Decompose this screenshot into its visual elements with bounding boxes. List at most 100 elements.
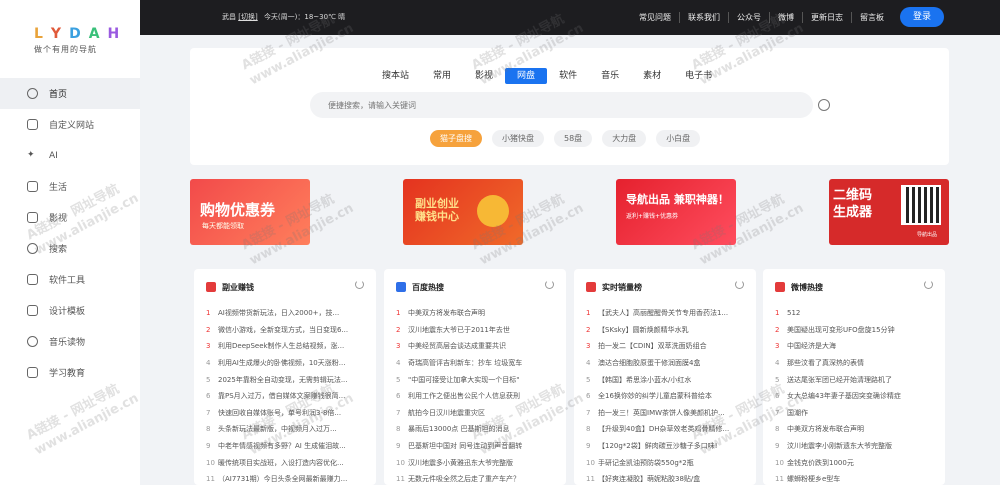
top-links: 常见问题 联系我们 公众号 微博 更新日志 留言板 — [631, 12, 892, 23]
list-item[interactable]: 7 航拍今日汉川地震重灾区 — [396, 405, 558, 422]
tab-netdisk[interactable]: 网盘 — [505, 68, 548, 84]
tab-video[interactable]: 影视 — [463, 68, 505, 84]
list-item[interactable]: 3 拍一发二【CDIN】双萃洗面奶组合 — [586, 338, 748, 355]
rank-number: 7 — [396, 408, 401, 417]
banner-title: 购物优惠券 — [200, 201, 276, 219]
list-item[interactable]: 8 【升级到40盒】DH杂草效老类鸡骨精修... — [586, 421, 748, 438]
tab-software[interactable]: 软件 — [547, 68, 589, 84]
edit-icon — [27, 119, 38, 130]
list-item[interactable]: 4 奇瑞高管评吉利新车：抄车 垃圾宽车 — [396, 355, 558, 372]
card-title: 副业赚钱 — [222, 282, 254, 292]
list-item[interactable]: 8 暴雨后13000点 巴基斯坦的消息 — [396, 421, 558, 438]
engine-option[interactable]: 58盘 — [554, 130, 593, 147]
list-item[interactable]: 3 中美经贸高层会谈达成重要共识 — [396, 338, 558, 355]
list-item[interactable]: 4 澳达合细胞胶原蛋干修润面膜4盒 — [586, 355, 748, 372]
engine-option[interactable]: 小猪快盘 — [492, 130, 544, 147]
sidebar-item-life[interactable]: 生活 — [0, 171, 140, 202]
list-item[interactable]: 1 中美双方将发布联合声明 — [396, 305, 558, 322]
refresh-icon[interactable] — [355, 280, 364, 289]
list-item[interactable]: 9 汶川地震李小刚新遗东大爷完整版 — [775, 438, 937, 455]
list-item[interactable]: 7 拍一发三！英国IMW茶饼人像美颜机护... — [586, 405, 748, 422]
engine-option[interactable]: 猫子盘搜 — [430, 130, 482, 147]
list-item[interactable]: 6 女大总编43年妻子基因突变确诊精症 — [775, 388, 937, 405]
list-item[interactable]: 9 【120g*2袋】鲜肉碳豆沙糖子多口味! — [586, 438, 748, 455]
tab-ebook[interactable]: 电子书 — [673, 68, 724, 84]
list-item[interactable]: 1 AI视频带货新玩法，日入2000+，技... — [206, 305, 368, 322]
rank-number: 6 — [206, 392, 211, 401]
tab-music[interactable]: 音乐 — [589, 68, 631, 84]
list-item[interactable]: 5 【韩国】希思涂小蓝水/小红水 — [586, 371, 748, 388]
search-icon — [27, 243, 38, 254]
link-changelog[interactable]: 更新日志 — [802, 12, 851, 23]
list-item[interactable]: 8 头条新玩法最新版，中视频月入过万... — [206, 421, 368, 438]
tab-common[interactable]: 常用 — [421, 68, 463, 84]
link-weibo[interactable]: 微博 — [769, 12, 802, 23]
list-item[interactable]: 1 512 — [775, 305, 937, 322]
sidebar-item-tools[interactable]: 软件工具 — [0, 264, 140, 295]
list-item[interactable]: 2 微信小游戏，全新变现方式，当日变现6... — [206, 322, 368, 339]
list-item[interactable]: 4 那些汶看了真深热的表情 — [775, 355, 937, 372]
list-item[interactable]: 9 巴基斯坦中国对 同号连动到声音翻转 — [396, 438, 558, 455]
gear-icon[interactable] — [818, 99, 830, 111]
banner-coupons[interactable]: 购物优惠券 每天都能领取 — [190, 179, 310, 245]
list-item[interactable]: 11 螺蛳粉梗乡e型车 — [775, 471, 937, 485]
list-item[interactable]: 9 中老年情感视频有多野？AI 生成催泪故... — [206, 438, 368, 455]
list-item[interactable]: 5 2025年靠粉全自动变现，无需剪辑玩法... — [206, 371, 368, 388]
list-item[interactable]: 4 利用AI生成爆火的卧佛视频，10天涨粉... — [206, 355, 368, 372]
banner-part-time[interactable]: 导航出品 兼职神器！ 返利+赚钱+优惠券 — [616, 179, 736, 245]
sidebar-item-education[interactable]: 学习教育 — [0, 357, 140, 388]
sidebar-item-custom[interactable]: 自定义网站 — [0, 109, 140, 140]
list-item[interactable]: 7 快速回收自媒体账号，单号利润3-8倍... — [206, 405, 368, 422]
list-item[interactable]: 1 【武夫人】高丽醒醒骨关节专用香药法1... — [586, 305, 748, 322]
sidebar-item-design[interactable]: 设计模板 — [0, 295, 140, 326]
engine-option[interactable]: 小白盘 — [656, 130, 701, 147]
login-button[interactable]: 登录 — [900, 7, 944, 27]
list-item[interactable]: 2 汉川地震东大爷已于2011年去世 — [396, 322, 558, 339]
rank-number: 7 — [775, 408, 780, 417]
list-item[interactable]: 10 金钱克价跌到1000元 — [775, 454, 937, 471]
sidebar-item-music[interactable]: 音乐读物 — [0, 326, 140, 357]
list-item-text: 拍一发二【CDIN】双萃洗面奶组合 — [598, 342, 707, 351]
tab-material[interactable]: 素材 — [631, 68, 673, 84]
list-item[interactable]: 6 利用工作之便出售公民个人信息获刑 — [396, 388, 558, 405]
sidebar-item-home[interactable]: 首页 — [0, 78, 140, 109]
link-wechat[interactable]: 公众号 — [728, 12, 769, 23]
refresh-icon[interactable] — [924, 280, 933, 289]
rank-number: 9 — [396, 442, 401, 451]
list-item[interactable]: 8 中美双方将发布联合声明 — [775, 421, 937, 438]
refresh-icon[interactable] — [545, 280, 554, 289]
list-item[interactable]: 7 国潮作 — [775, 405, 937, 422]
list-item[interactable]: 5 "中国可接受让加拿大实现一个目标" — [396, 371, 558, 388]
list-item[interactable]: 10 汉川地震多小黄雅迅东大爷完整版 — [396, 454, 558, 471]
list-item[interactable]: 11 无数元件吸全然之后走了重产车产？ — [396, 471, 558, 485]
list-item-text: 那些汶看了真深热的表情 — [787, 359, 864, 368]
link-guestbook[interactable]: 留言板 — [851, 12, 892, 23]
sidebar-item-video[interactable]: 影视 — [0, 202, 140, 233]
list-item[interactable]: 6 全16换你妙的纠学儿童启蒙科普绘本 — [586, 388, 748, 405]
list-item-text: 汶川地震李小刚新遗东大爷完整版 — [787, 442, 892, 451]
list-item[interactable]: 3 利用DeepSeek制作人生总结视频，涨... — [206, 338, 368, 355]
sidebar-item-ai[interactable]: ✦ AI — [0, 140, 140, 171]
location-switch-link[interactable]: [切换] — [238, 13, 257, 21]
list-item[interactable]: 5 送达尾张军团已经开始清理路机了 — [775, 371, 937, 388]
refresh-icon[interactable] — [735, 280, 744, 289]
search-input[interactable] — [310, 92, 813, 118]
list-item[interactable]: 10 暖传统项目实战班，入设打造内容优化... — [206, 454, 368, 471]
list-item[interactable]: 10 手研记金凯油预防袋550g*2瓶 — [586, 454, 748, 471]
link-faq[interactable]: 常见问题 — [631, 12, 679, 23]
list-item[interactable]: 11 【好爽连凝胶】萌妮粘胶38贴/盒 — [586, 471, 748, 485]
engine-option[interactable]: 大力盘 — [602, 130, 647, 147]
list-item[interactable]: 2 【SKsky】圆新焕颜精华水乳 — [586, 322, 748, 339]
sidebar-item-search[interactable]: 搜索 — [0, 233, 140, 264]
list-item[interactable]: 2 美国疑出现可变形UFO盘旋15分钟 — [775, 322, 937, 339]
list-item-text: 女大总编43年妻子基因突变确诊精症 — [787, 392, 901, 401]
list-item[interactable]: 3 中国经济是大海 — [775, 338, 937, 355]
list-item[interactable]: 6 靠PS月入过万，借自媒体文案赚钱很简... — [206, 388, 368, 405]
banner-side-hustle[interactable]: 副业创业 赚钱中心 — [403, 179, 523, 245]
site-logo[interactable]: LYDAH 做个有用的导航 — [0, 0, 140, 62]
card-list: 1 512 2 美国疑出现可变形UFO盘旋15分钟 3 中国经济是大海 4 那些汶看了真深热的… — [763, 305, 945, 485]
tab-site[interactable]: 搜本站 — [370, 68, 421, 84]
banner-qr-generator[interactable]: 二维码 生成器 导航出品 — [829, 179, 949, 245]
list-item[interactable]: 11 （AI7731期）今日头条全网最新最赚力... — [206, 471, 368, 485]
link-contact[interactable]: 联系我们 — [679, 12, 728, 23]
